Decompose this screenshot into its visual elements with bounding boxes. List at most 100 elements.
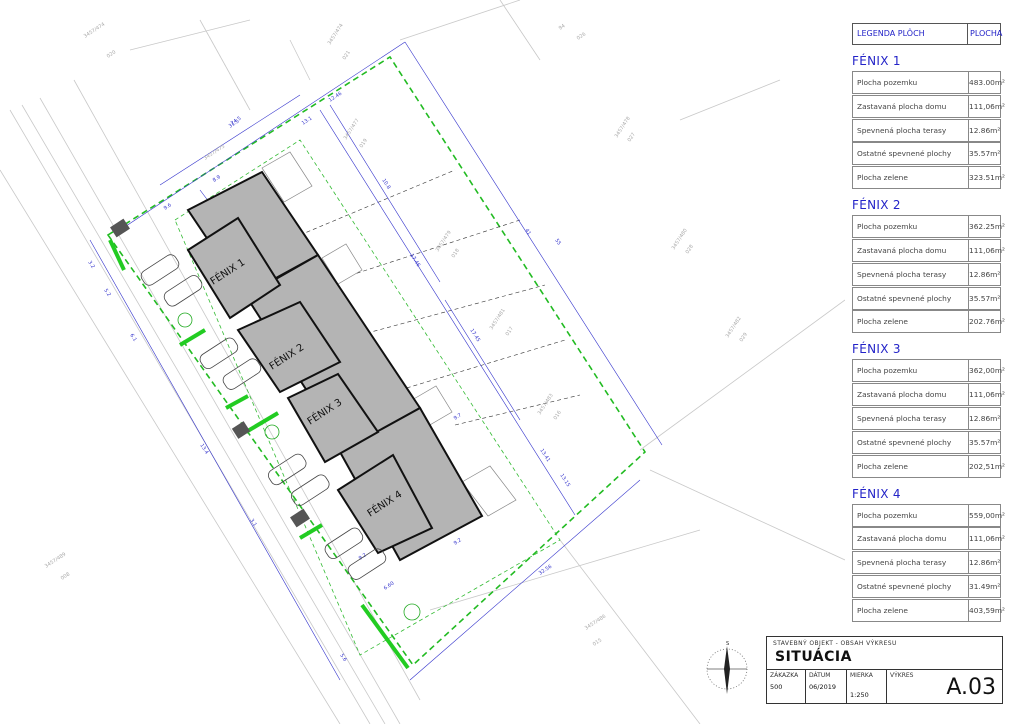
svg-text:019: 019 bbox=[359, 138, 369, 149]
legend-row-label: Zastavaná plocha domu bbox=[853, 95, 969, 117]
svg-text:3457/474: 3457/474 bbox=[83, 22, 106, 40]
dim-label: 6.60 bbox=[383, 581, 396, 592]
scale-label: MIERKA bbox=[850, 672, 873, 679]
order-cell: ZÁKAZKA 500 bbox=[767, 669, 806, 703]
dim-label: 13.4 bbox=[198, 443, 209, 456]
legend-row: Spevnená plocha terasy 12.86m² bbox=[852, 118, 1001, 142]
legend-row-label: Plocha zelene bbox=[853, 311, 969, 333]
legend-row-value: 111,06m² bbox=[969, 245, 1006, 255]
svg-text:017: 017 bbox=[505, 326, 515, 337]
legend-row: Ostatné spevnené plochy 35.57m² bbox=[852, 142, 1001, 166]
legend-row-value: 403,59m² bbox=[969, 605, 1006, 615]
legend-row-label: Spevnená plocha terasy bbox=[853, 552, 969, 574]
legend-row-label: Ostatné spevnené plochy bbox=[853, 287, 969, 309]
svg-text:3457/475: 3457/475 bbox=[203, 144, 226, 162]
dim-label: 3.1 bbox=[248, 518, 257, 528]
legend-header-label: LEGENDA PLÔCH bbox=[853, 24, 968, 44]
legend-row-value: 111,06m² bbox=[969, 534, 1006, 544]
legend-row-value: 483.00m² bbox=[969, 78, 1006, 87]
svg-text:3457/481: 3457/481 bbox=[489, 308, 507, 331]
dim-label: 41 bbox=[523, 228, 532, 237]
svg-text:016: 016 bbox=[553, 410, 563, 421]
svg-text:018: 018 bbox=[451, 248, 461, 259]
legend-row: Plocha zelene 323.51m² bbox=[852, 166, 1005, 190]
buildings bbox=[186, 170, 484, 562]
legend-row: Spevnená plocha terasy 12.86m² bbox=[852, 262, 1001, 286]
legend-row-label: Zastavaná plocha domu bbox=[853, 384, 969, 406]
legend-row: Zastavaná plocha domu 111,06m² bbox=[852, 383, 1006, 407]
legend-header-value: PLOCHA bbox=[970, 29, 1003, 38]
legend-section-title: FÉNIX 2 bbox=[852, 198, 901, 213]
dim-label: 13.1 bbox=[301, 116, 314, 127]
dim-label: 17.46 bbox=[408, 253, 421, 268]
compass-label: S bbox=[726, 641, 729, 647]
svg-text:3457/483: 3457/483 bbox=[537, 393, 555, 416]
legend-row-label: Plocha pozemku bbox=[853, 216, 969, 238]
dim-label: 9.6 bbox=[163, 202, 173, 211]
legend-row: Plocha pozemku 559,00m² bbox=[852, 503, 1006, 527]
dim-label: 5.6 bbox=[338, 653, 347, 663]
legend-row-value: 35.57m² bbox=[969, 293, 1001, 303]
svg-text:3457/479: 3457/479 bbox=[435, 230, 453, 253]
legend-row: Ostatné spevnené plochy 31.49m² bbox=[852, 574, 1001, 598]
legend-row-value: 12.86m² bbox=[969, 558, 1001, 568]
legend-row: Spevnená plocha terasy 12.86m² bbox=[852, 406, 1001, 430]
dim-label: 8.9 bbox=[212, 174, 222, 183]
svg-text:029: 029 bbox=[739, 332, 749, 343]
date-label: DÁTUM bbox=[809, 672, 831, 679]
legend-row: Plocha zelene 403,59m² bbox=[852, 598, 1006, 622]
legend-row-label: Plocha pozemku bbox=[853, 504, 969, 526]
date-value: 06/2019 bbox=[809, 683, 837, 691]
legend-row: Zastavaná plocha domu 111,06m² bbox=[852, 238, 1006, 262]
legend-row-value: 111,06m² bbox=[969, 101, 1006, 111]
legend-row-label: Plocha pozemku bbox=[853, 360, 969, 382]
legend-row-value: 362,00m² bbox=[969, 366, 1006, 376]
sheet-number: A.03 bbox=[946, 675, 996, 700]
title-block-subtitle: STAVEBNÝ OBJEKT - OBSAH VÝKRESU bbox=[773, 640, 897, 647]
site-plan: 31.5 41 12.46 8.9 9.6 55 13.41 32.56 24.… bbox=[0, 0, 845, 724]
legend-section-title: FÉNIX 1 bbox=[852, 54, 901, 68]
legend-row-value: 35.57m² bbox=[969, 437, 1001, 447]
legend-row-label: Spevnená plocha terasy bbox=[853, 263, 969, 285]
dim-label: 9.7 bbox=[453, 412, 463, 421]
legend-row: Spevnená plocha terasy 12.86m² bbox=[852, 551, 1001, 575]
dim-label: 12.46 bbox=[328, 91, 343, 104]
legend-row: Plocha zelene 202,51m² bbox=[852, 454, 1005, 478]
legend-header: LEGENDA PLÔCH PLOCHA bbox=[852, 23, 1003, 45]
legend-row-label: Zastavaná plocha domu bbox=[853, 528, 969, 550]
legend-row-value: 12.86m² bbox=[969, 125, 1001, 135]
legend-row-value: 12.86m² bbox=[969, 413, 1001, 423]
title-block: STAVEBNÝ OBJEKT - OBSAH VÝKRESU SITUÁCIA… bbox=[766, 636, 1003, 704]
legend-row-value: 12.86m² bbox=[969, 269, 1001, 279]
legend-row-value: 31.49m² bbox=[969, 581, 1001, 591]
legend-row: Ostatné spevnené plochy 35.57m² bbox=[852, 430, 1001, 454]
svg-text:020: 020 bbox=[106, 49, 117, 59]
legend-row-value: 202.76m² bbox=[969, 317, 1006, 327]
drawing-title: SITUÁCIA bbox=[775, 649, 852, 665]
legend-row-label: Ostatné spevnené plochy bbox=[853, 431, 969, 453]
drawing-label: VÝKRES bbox=[890, 672, 914, 679]
legend-row-value: 559,00m² bbox=[969, 510, 1006, 520]
legend-row-label: Ostatné spevnené plochy bbox=[853, 575, 969, 597]
svg-text:3457/480: 3457/480 bbox=[671, 228, 689, 251]
north-arrow-icon: S bbox=[706, 641, 748, 694]
date-cell: DÁTUM 06/2019 bbox=[806, 669, 847, 703]
legend-row-label: Spevnená plocha terasy bbox=[853, 119, 969, 141]
legend-row-value: 111,06m² bbox=[969, 390, 1006, 400]
dim-label: 5.2 bbox=[102, 288, 111, 298]
svg-text:028: 028 bbox=[685, 244, 695, 255]
legend-row: Plocha zelene 202.76m² bbox=[852, 310, 1006, 334]
legend-row: Zastavaná plocha domu 111,06m² bbox=[852, 527, 1006, 551]
svg-text:008: 008 bbox=[60, 571, 71, 581]
legend-row: Plocha pozemku 362.25m² bbox=[852, 215, 1005, 239]
legend-sections: FÉNIX 1 Plocha pozemku 483.00m² Zastavaná p… bbox=[852, 54, 1006, 622]
svg-text:026: 026 bbox=[576, 31, 587, 41]
legend-row: Plocha pozemku 362,00m² bbox=[852, 359, 1006, 383]
dim-label: 9.2 bbox=[453, 537, 463, 546]
dim-label: 55 bbox=[553, 238, 562, 247]
legend-row: Ostatné spevnené plochy 35.57m² bbox=[852, 286, 1001, 310]
legend-row-label: Spevnená plocha terasy bbox=[853, 407, 969, 429]
legend-row-label: Zastavaná plocha domu bbox=[853, 239, 969, 261]
legend-section-title: FÉNIX 3 bbox=[852, 342, 901, 357]
svg-text:3457/486: 3457/486 bbox=[584, 614, 607, 632]
